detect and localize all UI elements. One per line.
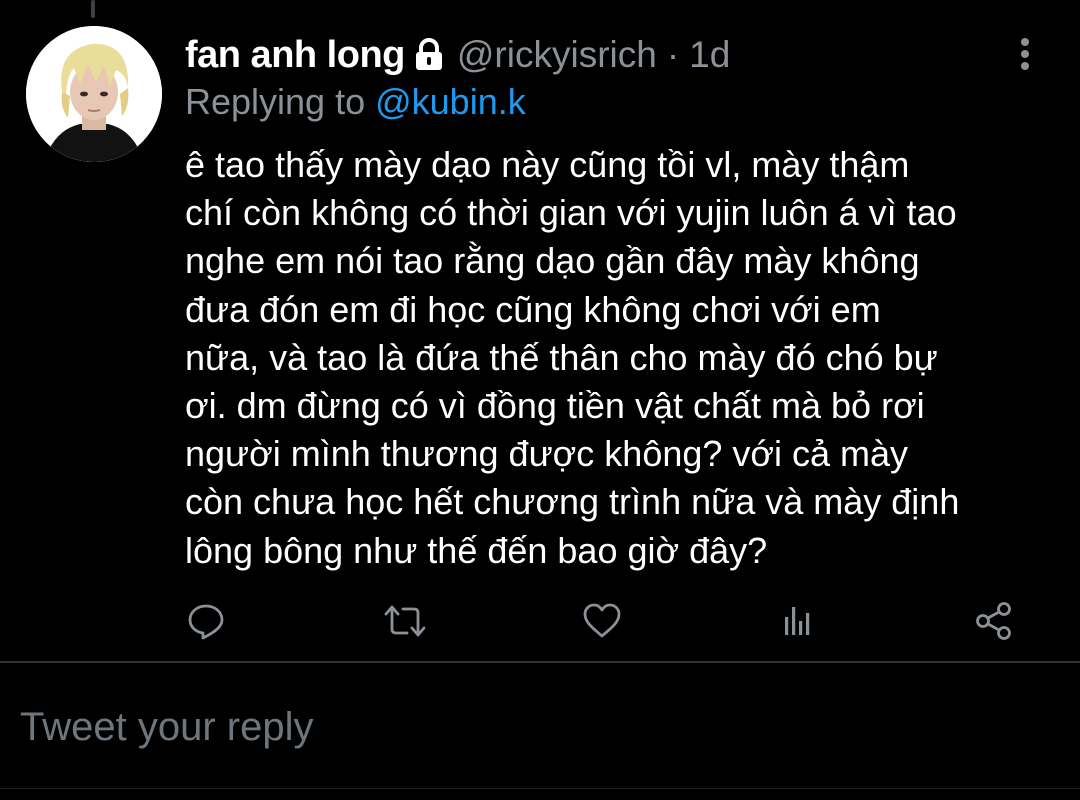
divider <box>0 661 1080 663</box>
tweet-text-line: nữa, và tao là đứa thế thân cho mày đó c… <box>185 336 938 378</box>
thread-connector-line <box>91 0 95 18</box>
replying-to: Replying to @kubin.k <box>185 78 526 126</box>
tweet-text-line: nghe em nói tao rằng dạo gần đây mày khô… <box>185 240 920 282</box>
tweet-text-line: chí còn không có thời gian với yujin luô… <box>185 192 957 234</box>
tweet-text-line: ê tao thấy mày dạo này cũng tồi vl, mày … <box>185 144 910 185</box>
avatar[interactable] <box>26 26 162 162</box>
tweet-text-line: đưa đón em đi học cũng không chơi với em <box>185 288 881 330</box>
lock-icon <box>413 38 445 72</box>
author-handle[interactable]: @rickyisrich <box>457 34 657 76</box>
tweet-text-line: ơi. dm đừng có vì đồng tiền vật chất mà … <box>185 385 925 427</box>
analytics-icon[interactable] <box>772 596 822 646</box>
more-vertical-icon[interactable] <box>1010 36 1040 72</box>
tweet-detail-page: fan anh long @rickyisrich · 1d Replying … <box>0 0 1080 800</box>
reply-input[interactable] <box>20 692 1060 762</box>
avatar-photo <box>26 26 162 162</box>
tweet-actions-bar <box>0 596 1080 646</box>
tweet-header: fan anh long @rickyisrich · 1d <box>185 30 730 80</box>
tweet-text-line: người mình thương được không? với cả mày <box>185 433 909 475</box>
like-icon[interactable] <box>577 596 627 646</box>
share-icon[interactable] <box>969 596 1019 646</box>
tweet-text-line: còn chưa học hết chương trình nữa và mày… <box>185 481 960 523</box>
replying-to-label: Replying to <box>185 81 366 122</box>
tweet-body: ê tao thấy mày dạo này cũng tồi vl, mày … <box>185 141 1065 575</box>
mention-link[interactable]: @kubin.k <box>375 81 526 123</box>
reply-icon[interactable] <box>181 596 231 646</box>
separator-dot: · <box>666 34 680 75</box>
tweet-timestamp[interactable]: 1d <box>689 34 730 76</box>
bottom-divider <box>0 788 1080 789</box>
tweet-text-line: lông bông như thế đến bao giờ đây? <box>185 529 768 571</box>
author-display-name[interactable]: fan anh long <box>185 34 405 77</box>
retweet-icon[interactable] <box>380 596 430 646</box>
